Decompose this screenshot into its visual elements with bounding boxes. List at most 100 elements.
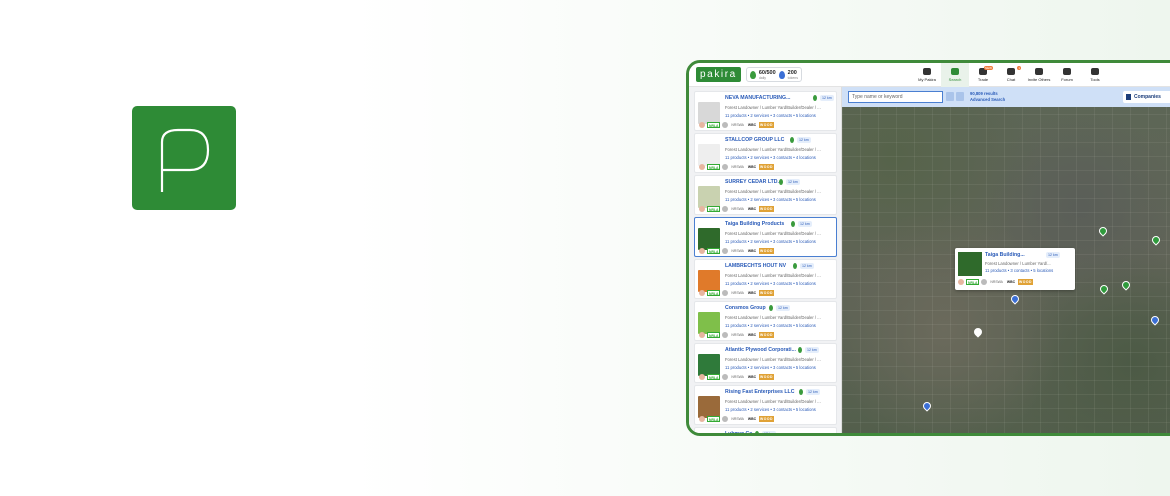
- nav-chat[interactable]: Chat 1: [997, 63, 1025, 87]
- company-thumbnail: [698, 186, 720, 208]
- cert-nrla: NRLA: [707, 164, 721, 170]
- nav-my-pakira[interactable]: My Pakira: [913, 63, 941, 87]
- company-category: Forest Landowner / Lumber Yard/Builder/D…: [725, 105, 821, 110]
- company-name[interactable]: Atlantic Plywood Corporati...: [725, 347, 796, 353]
- company-thumbnail: [698, 102, 720, 124]
- tools-icon: [1091, 68, 1099, 75]
- search-input[interactable]: Type name or keyword: [848, 91, 943, 103]
- map-view[interactable]: Type name or keyword 90,809 results Adva…: [842, 87, 1170, 433]
- leaf-icon: [790, 137, 794, 143]
- cert-nrswa: NRSWA: [731, 249, 744, 253]
- cert-wbc: WBC: [747, 165, 757, 169]
- distance-badge: 12 km: [800, 263, 814, 269]
- leaf-icon: [749, 70, 756, 79]
- cert-badge-icon: [699, 290, 705, 296]
- top-bar: pakira 60/500 daily 200 tokens My Pakira S…: [689, 63, 1170, 87]
- result-card[interactable]: Lubmer Co 12 km: [694, 427, 837, 433]
- cert-badge-icon: [699, 164, 705, 170]
- distance-badge: 12 km: [762, 431, 776, 433]
- company-name[interactable]: Rising Fast Enterprises LLC: [725, 389, 794, 395]
- company-thumbnail: [958, 252, 982, 276]
- search-icon: [951, 68, 959, 75]
- cert-wbc: WBC: [747, 375, 757, 379]
- nav-forum[interactable]: Forum: [1053, 63, 1081, 87]
- advanced-search-link[interactable]: Advanced Search: [970, 97, 1005, 102]
- companies-button[interactable]: Companies: [1123, 91, 1170, 103]
- result-card[interactable]: STALLCOP GROUP LLC 12 km Forest Landowner …: [694, 133, 837, 173]
- leaf-icon: [769, 305, 773, 311]
- cert-wood: WOOD: [759, 164, 774, 170]
- cert-wbc: WBC: [1006, 280, 1016, 284]
- brand-logo[interactable]: pakira: [696, 67, 741, 82]
- distance-badge: 12 km: [806, 389, 820, 395]
- company-name[interactable]: Taiga Building Products: [725, 221, 784, 227]
- cert-nrla: NRLA: [966, 279, 980, 285]
- result-card[interactable]: Consmos Group 12 km Forest Landowner / Lum…: [694, 301, 837, 341]
- leaf-icon: [798, 347, 802, 353]
- company-meta: 11 products • 2 services • 3 contacts • …: [725, 155, 816, 160]
- clear-icon[interactable]: [946, 92, 954, 101]
- result-card[interactable]: Rising Fast Enterprises LLC 12 km Forest L…: [694, 385, 837, 425]
- cert-wbc: WBC: [747, 291, 757, 295]
- cert-nrswa: NRSWA: [731, 375, 744, 379]
- company-meta: 11 products • 2 services • 3 contacts • …: [725, 323, 816, 328]
- building-icon: [1126, 94, 1131, 100]
- cert-wood: WOOD: [759, 248, 774, 254]
- cert-wood: WOOD: [759, 416, 774, 422]
- cert-wood: WOOD: [759, 122, 774, 128]
- nav-invite-others[interactable]: Invite Others: [1025, 63, 1053, 87]
- pakira-p-logo-icon: [160, 128, 210, 192]
- popup-company-name[interactable]: Taiga Building...: [985, 252, 1025, 258]
- result-card[interactable]: SURREY CEDAR LTD. 12 km Forest Landowner /…: [694, 175, 837, 215]
- certifications: NRLA NRSWA WBC WOOD: [699, 248, 774, 254]
- popup-meta: 11 products • 3 contacts • 5 locations: [985, 268, 1054, 273]
- company-name[interactable]: SURREY CEDAR LTD.: [725, 179, 779, 185]
- certifications: NRLA NRSWA WBC WOOD: [699, 332, 774, 338]
- map-search-bar: Type name or keyword 90,809 results Adva…: [842, 87, 1170, 107]
- cert-nrswa: NRSWA: [731, 207, 744, 211]
- forum-icon: [1063, 68, 1071, 75]
- company-category: Forest Landowner / Lumber Yard/Builder/D…: [725, 357, 821, 362]
- quota-tokens-label: tokens: [787, 75, 798, 80]
- cert-seal-icon: [981, 279, 988, 285]
- result-card[interactable]: LAMBRECHTS HOUT NV 12 km Forest Landowner …: [694, 259, 837, 299]
- company-category: Forest Landowner / Lumber Yard/Builder/D…: [725, 399, 821, 404]
- cert-seal-icon: [722, 206, 729, 212]
- leaf-icon: [813, 95, 817, 101]
- company-name[interactable]: Lubmer Co: [725, 431, 752, 433]
- trade-badge: NEW: [984, 66, 993, 70]
- distance-badge: 12 km: [786, 179, 800, 185]
- cert-seal-icon: [722, 416, 729, 422]
- cert-nrswa: NRSWA: [731, 123, 744, 127]
- company-name[interactable]: LAMBRECHTS HOUT NV: [725, 263, 786, 269]
- cert-nrswa: NRSWA: [731, 291, 744, 295]
- result-card[interactable]: Atlantic Plywood Corporati... 12 km Forest…: [694, 343, 837, 383]
- company-name[interactable]: STALLCOP GROUP LLC: [725, 137, 784, 143]
- invite-icon: [1035, 68, 1043, 75]
- quota-indicator: 60/500 daily 200 tokens: [745, 67, 802, 82]
- nav-tools[interactable]: Tools: [1081, 63, 1109, 87]
- filter-icon[interactable]: [956, 92, 964, 101]
- cert-nrswa: NRSWA: [990, 280, 1003, 284]
- company-name[interactable]: Consmos Group: [725, 305, 766, 311]
- cert-seal-icon: [722, 332, 729, 338]
- nav-search[interactable]: Search: [941, 63, 969, 87]
- cert-seal-icon: [722, 122, 729, 128]
- cert-nrswa: NRSWA: [731, 417, 744, 421]
- company-meta: 11 products • 2 services • 3 contacts • …: [725, 365, 816, 370]
- cert-wood: WOOD: [759, 332, 774, 338]
- result-card[interactable]: NEVA MANUFACTURING... 12 km Forest Landown…: [694, 91, 837, 131]
- cert-nrla: NRLA: [707, 122, 721, 128]
- result-card[interactable]: Taiga Building Products 12 km Forest Lando…: [694, 217, 837, 257]
- distance-badge: 12 km: [798, 221, 812, 227]
- results-list[interactable]: NEVA MANUFACTURING... 12 km Forest Landown…: [689, 87, 842, 433]
- main-nav: My Pakira Search Trade NEW Chat 1 Invite O…: [913, 63, 1109, 87]
- leaf-icon: [793, 263, 797, 269]
- cert-seal-icon: [722, 374, 729, 380]
- popup-certifications: NRLA NRSWA WBC WOOD: [958, 279, 1033, 285]
- company-meta: 11 products • 2 services • 3 contacts • …: [725, 239, 816, 244]
- nav-trade[interactable]: Trade NEW: [969, 63, 997, 87]
- company-meta: 11 products • 2 services • 3 contacts • …: [725, 113, 816, 118]
- company-name[interactable]: NEVA MANUFACTURING...: [725, 95, 790, 101]
- map-popup-card[interactable]: Taiga Building... 12 km Forest Landowner…: [955, 248, 1075, 290]
